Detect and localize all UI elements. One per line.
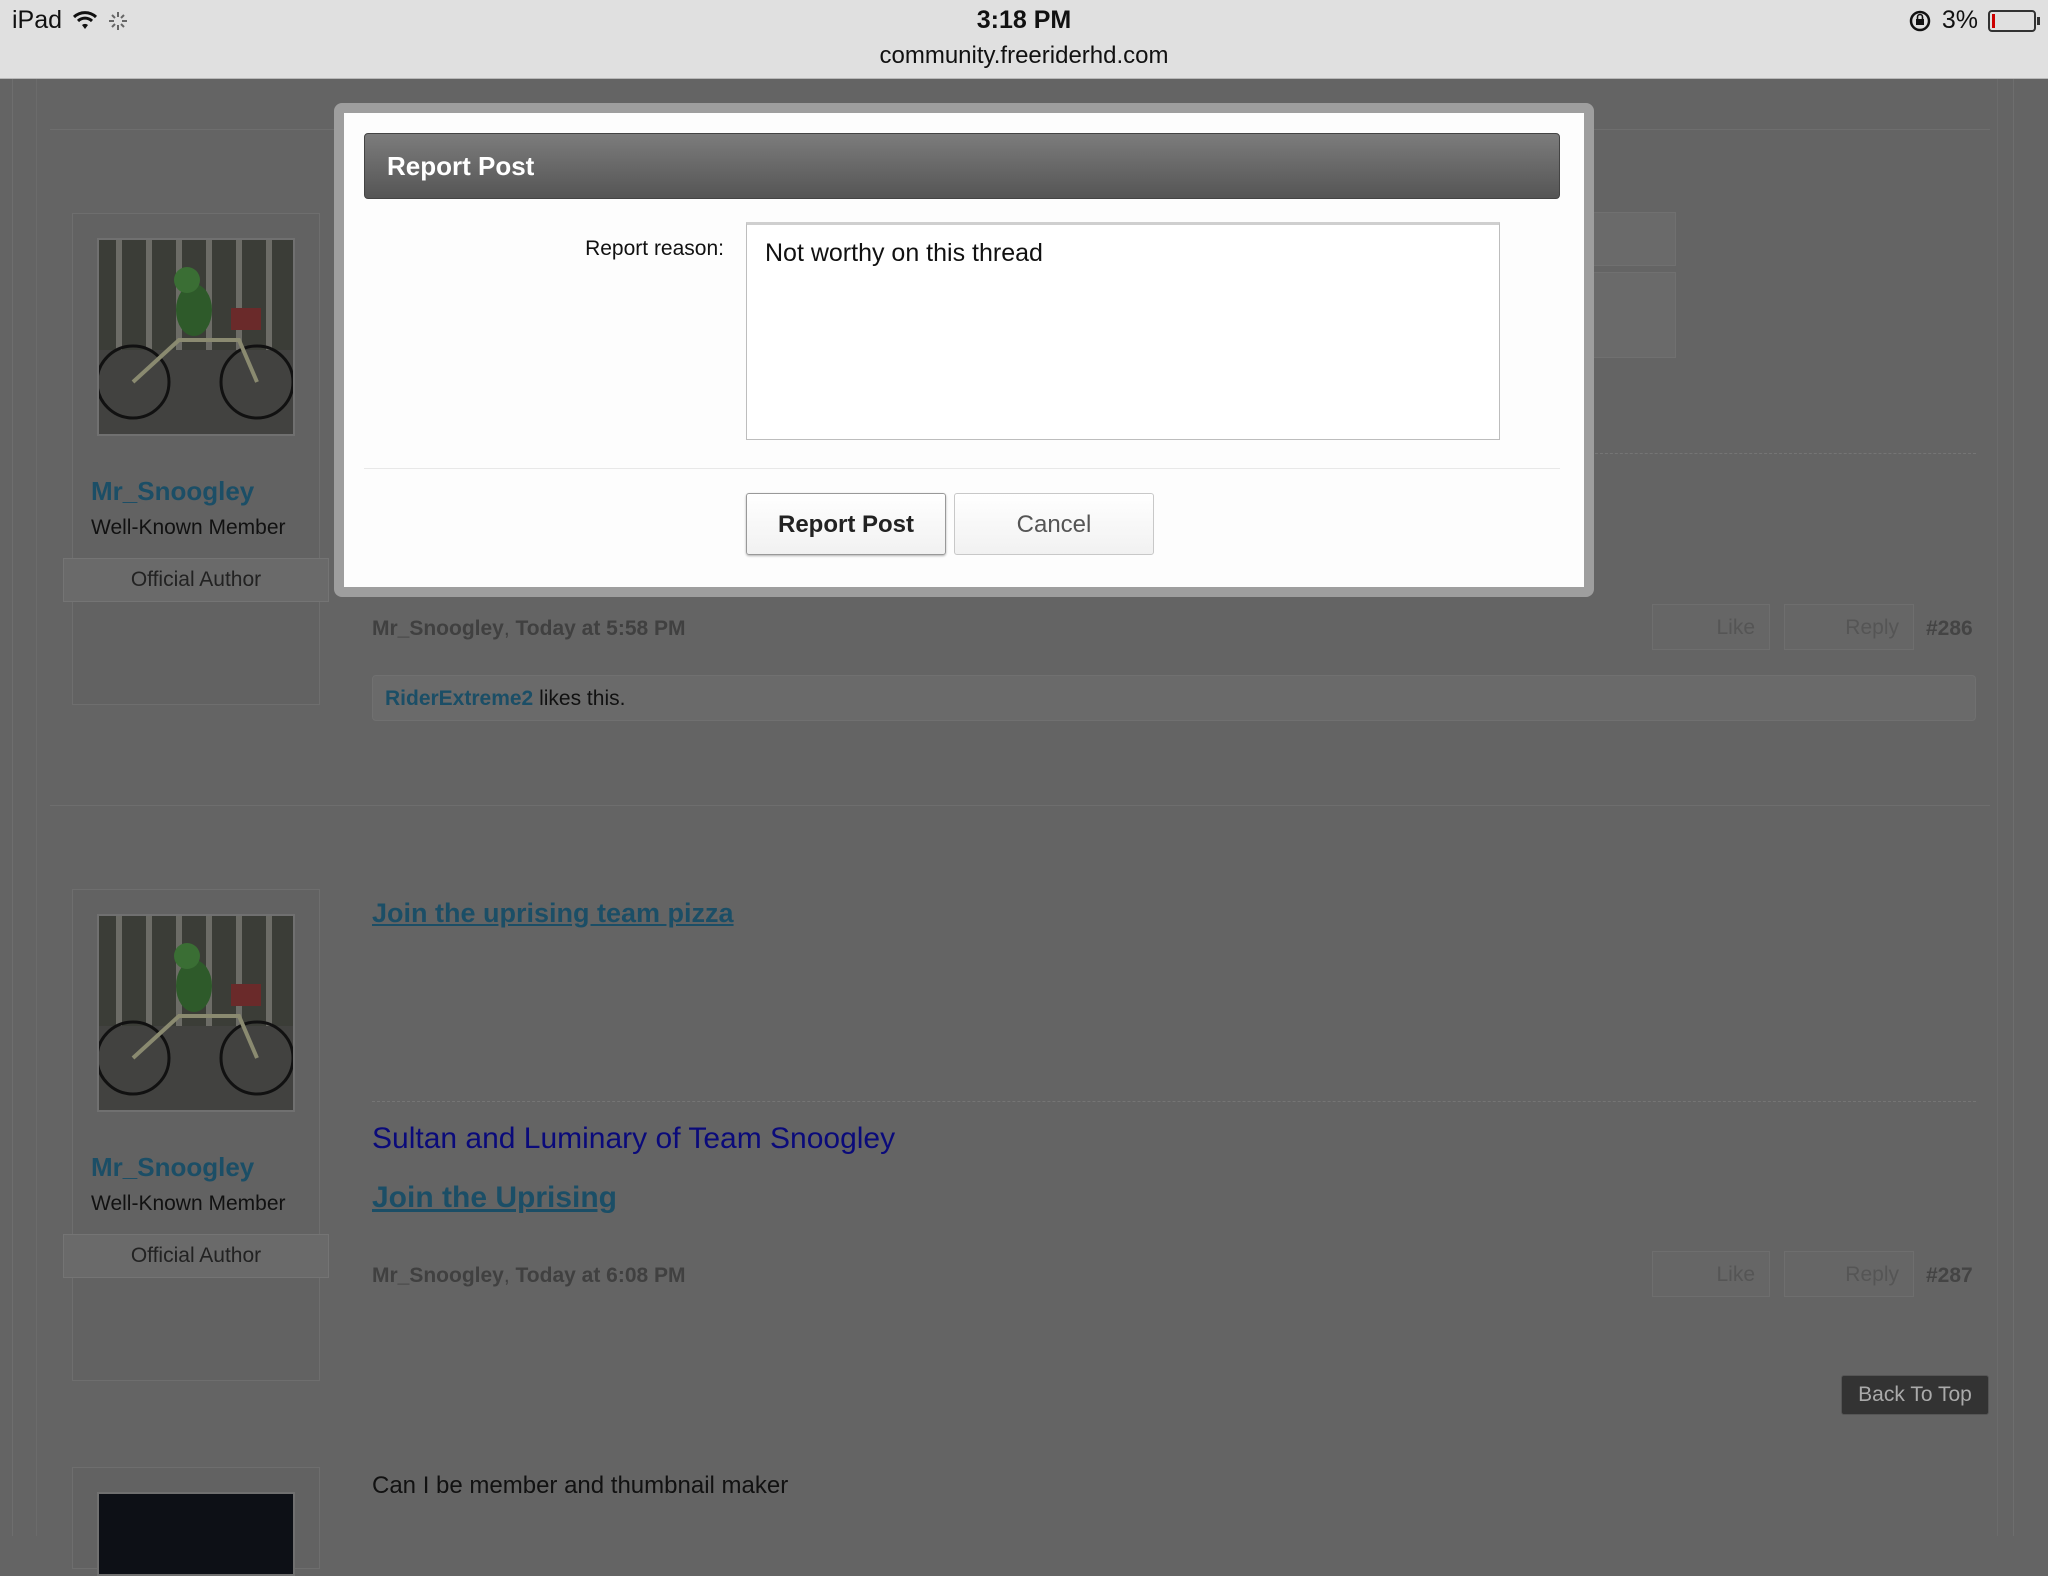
message-meta: Mr_Snoogley, Today at 5:58 PM [372,617,686,641]
avatar[interactable] [97,238,295,436]
quote-box [1590,212,1676,266]
avatar-image [99,916,293,1110]
message-meta: Mr_Snoogley, Today at 6:08 PM [372,1264,686,1288]
username[interactable]: Mr_Snoogley [91,1152,254,1183]
status-time: 3:18 PM [976,6,1072,34]
post-divider [50,805,1990,806]
dialog-divider [364,468,1560,469]
post-number[interactable]: #287 [1926,1264,1973,1288]
report-post-dialog: Report Post Report reason: Not worthy on… [334,103,1594,597]
battery-icon [1988,9,2040,32]
post-author[interactable]: Mr_Snoogley [372,1264,504,1287]
user-title: Well-Known Member [91,1192,286,1215]
cancel-button[interactable]: Cancel [954,493,1154,555]
address-bar[interactable]: community.freeriderhd.com [0,42,2048,70]
post-number[interactable]: #286 [1926,617,1973,641]
signature-text: Sultan and Luminary of Team Snoogley [372,1122,896,1155]
message-user-info: Mr_Snoogley Well-Known Member Official A… [63,213,329,705]
meta-sep: , [503,1264,516,1287]
dialog-title: Report Post [364,133,1560,199]
post-date[interactable]: Today at 6:08 PM [516,1264,686,1287]
signature-divider [372,1101,1976,1102]
post-body: Can I be member and thumbnail maker [372,1472,789,1499]
reply-button[interactable]: Reply [1784,1251,1914,1297]
avatar-image [99,240,293,434]
meta-sep: , [503,617,516,640]
avatar[interactable] [97,914,295,1112]
user-banner: Official Author [63,1234,329,1278]
dialog-body: Report Post Report reason: Not worthy on… [344,113,1584,587]
likes-text: likes this. [533,687,626,710]
message-user-info [72,1467,320,1576]
reply-button[interactable]: Reply [1784,604,1914,650]
like-button[interactable]: Like [1652,604,1770,650]
status-right: 3% [1908,6,2040,35]
battery-percent: 3% [1941,6,1978,34]
report-reason-label: Report reason: [585,237,724,260]
signature-divider [1590,453,1976,454]
user-title: Well-Known Member [91,516,286,539]
avatar[interactable] [97,1492,295,1576]
like-button[interactable]: Like [1652,1251,1770,1297]
status-bar: iPad 3:18 PM community.freeriderhd.com 3… [0,0,2048,79]
message-user-info: Mr_Snoogley Well-Known Member Official A… [63,889,329,1381]
liker-link[interactable]: RiderExtreme2 [385,687,533,710]
post-date[interactable]: Today at 5:58 PM [516,617,686,640]
username[interactable]: Mr_Snoogley [91,476,254,507]
report-reason-input[interactable]: Not worthy on this thread [746,222,1500,440]
rotation-lock-icon [1909,10,1931,31]
back-to-top-button[interactable]: Back To Top [1841,1375,1989,1415]
post-link[interactable]: Join the uprising team pizza [372,898,734,929]
likes-summary: RiderExtreme2 likes this. [372,675,1976,721]
report-post-button[interactable]: Report Post [746,493,946,555]
post-author[interactable]: Mr_Snoogley [372,617,504,640]
signature-link[interactable]: Join the Uprising [372,1181,617,1215]
quote-box [1590,272,1676,358]
user-banner: Official Author [63,558,329,602]
